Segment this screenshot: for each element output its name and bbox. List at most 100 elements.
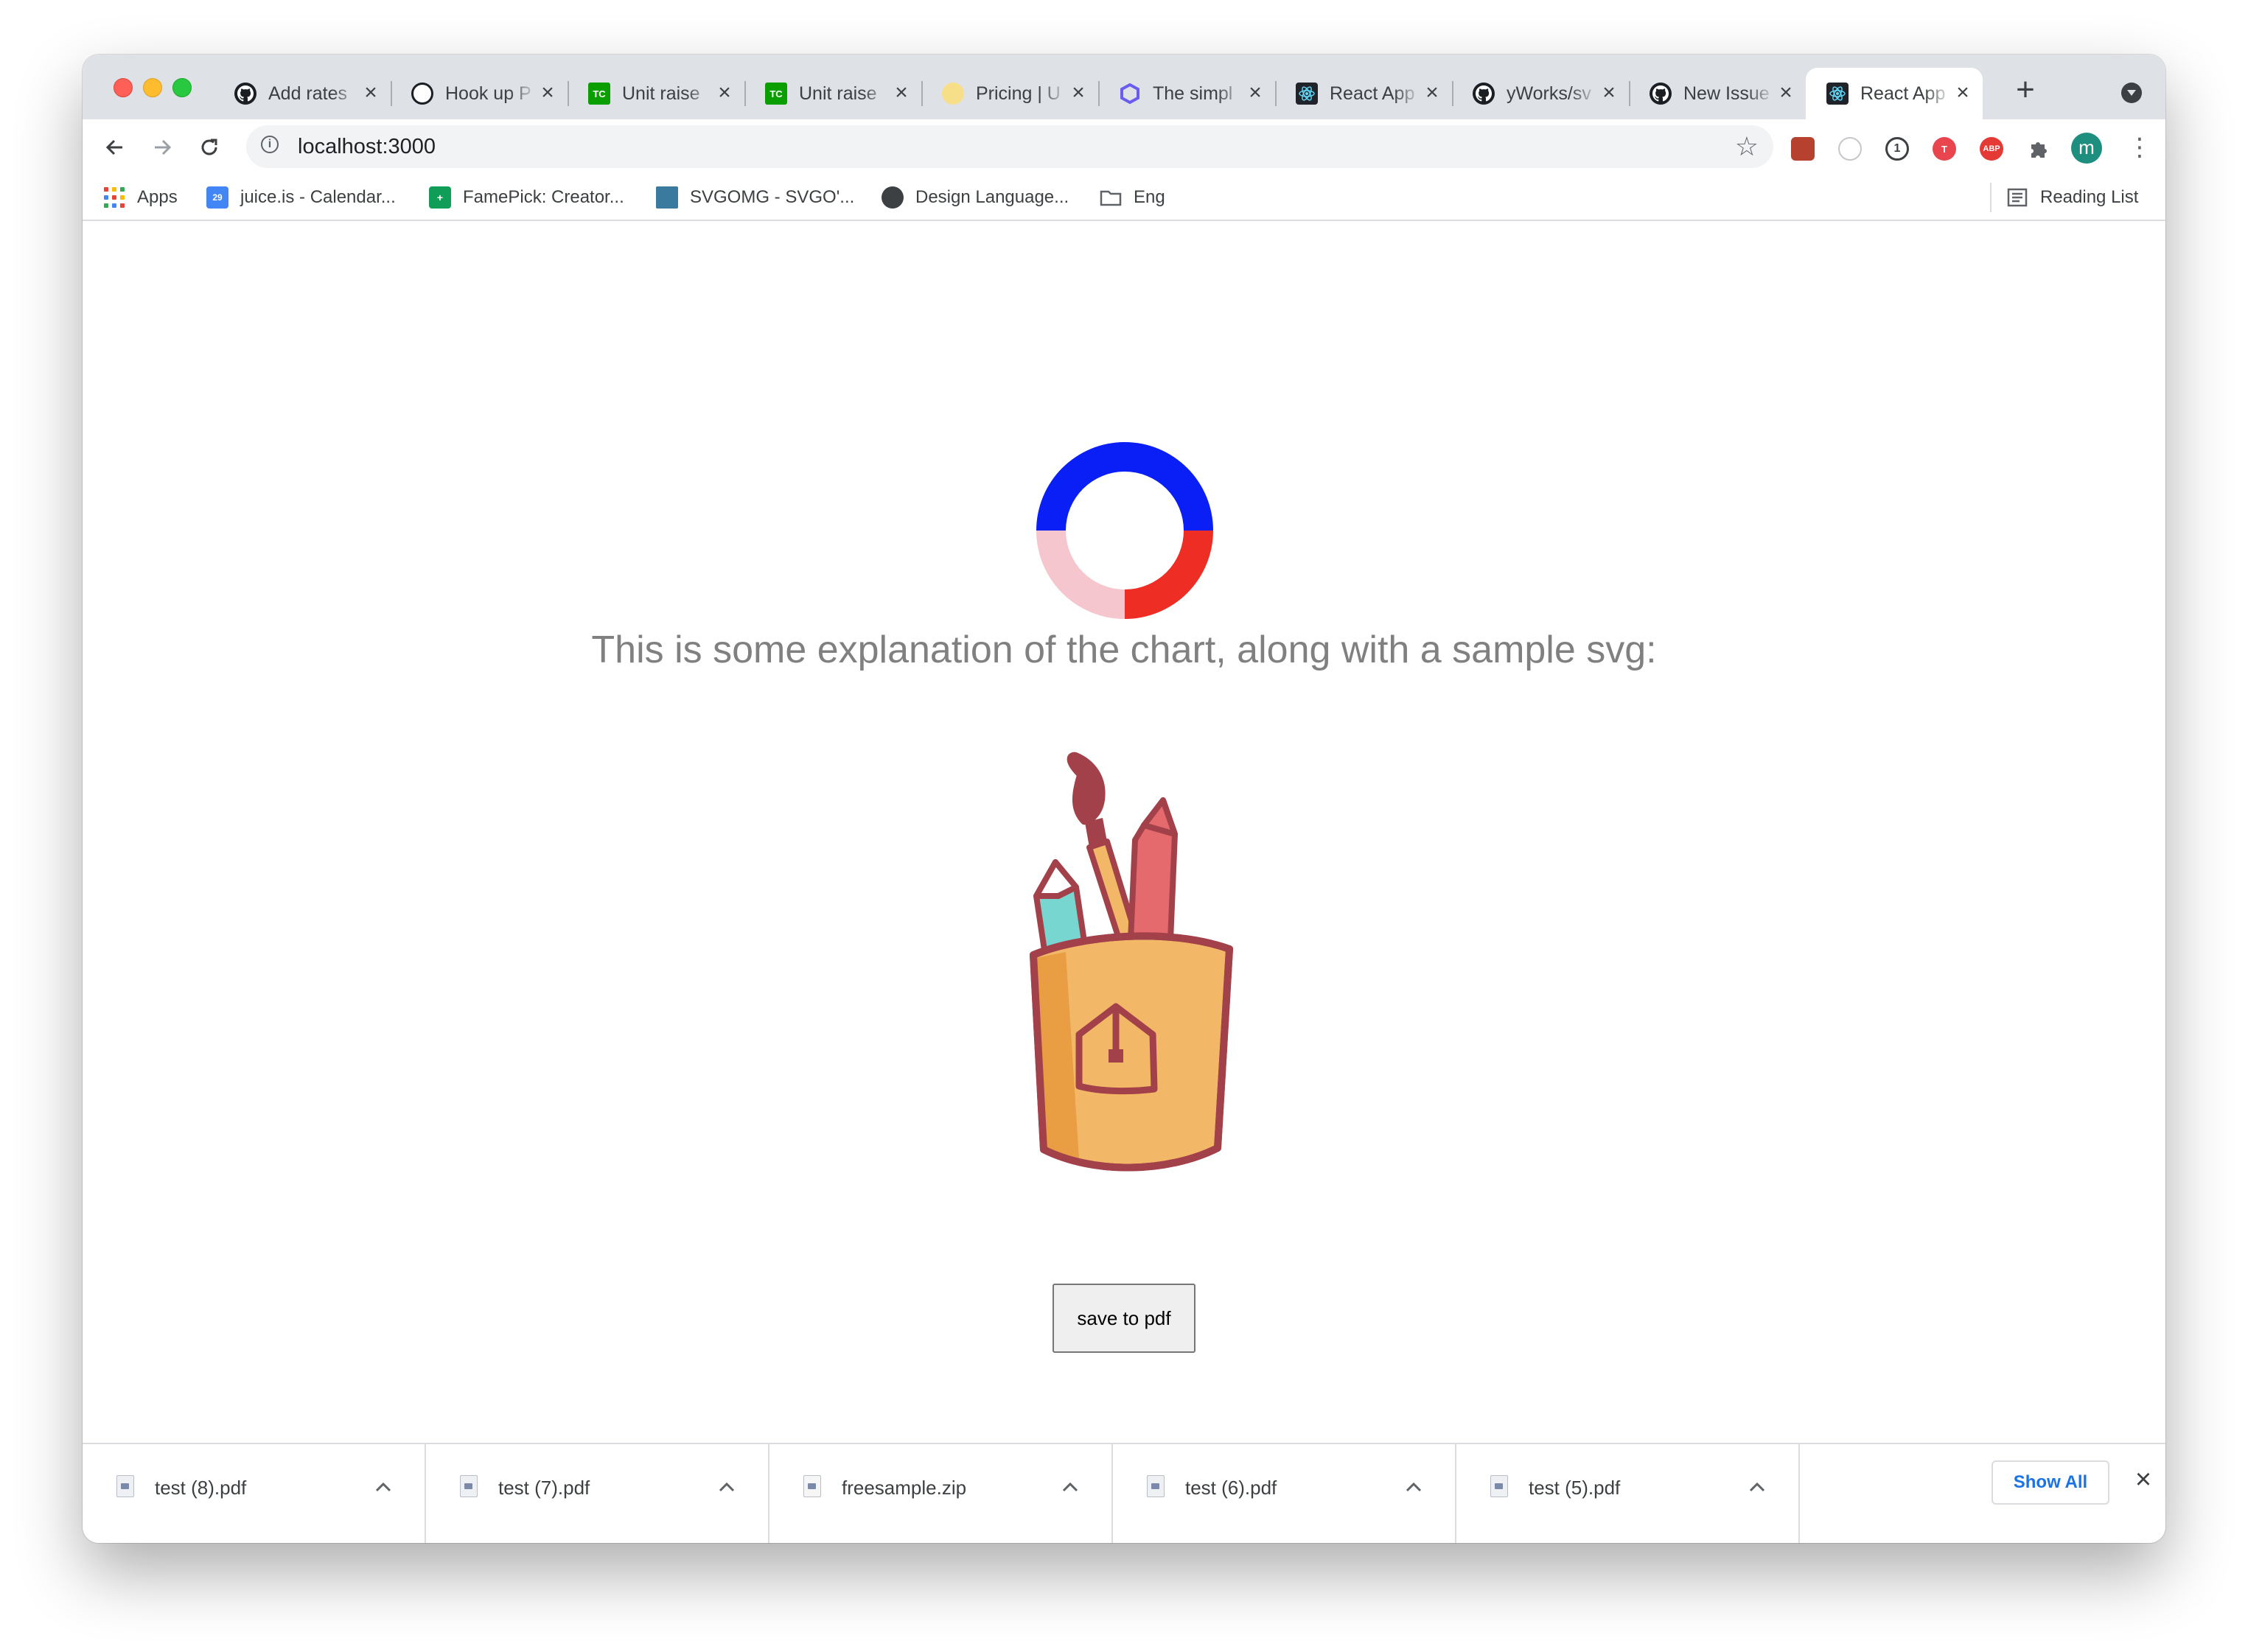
pdf-file-icon	[1490, 1475, 1508, 1497]
download-item[interactable]: test (5).pdf	[1456, 1444, 1800, 1543]
red-marker-graphic	[1128, 797, 1178, 943]
bookmark-label: Eng	[1134, 187, 1165, 207]
tab-close-icon[interactable]: ×	[1952, 82, 1974, 105]
tab-hook-up[interactable]: Hook up P ×	[391, 68, 569, 119]
chevron-up-icon[interactable]	[713, 1474, 740, 1500]
tab-close-icon[interactable]: ×	[1775, 82, 1797, 105]
tab-close-icon[interactable]: ×	[713, 82, 736, 105]
github-pr-icon	[411, 83, 433, 105]
reload-button[interactable]	[192, 130, 227, 165]
new-tab-button[interactable]: +	[2011, 74, 2040, 106]
apps-grid-icon	[103, 186, 125, 209]
show-all-downloads-button[interactable]: Show All	[1992, 1460, 2109, 1505]
tab-pricing[interactable]: Pricing | U ×	[921, 68, 1100, 119]
forward-button[interactable]	[144, 130, 180, 165]
folder-icon	[1100, 186, 1122, 209]
techcrunch-icon: TC	[588, 83, 610, 105]
tab-title: Unit raise	[622, 83, 700, 104]
chevron-up-icon[interactable]	[1057, 1474, 1083, 1500]
tab-strip: Add rates × Hook up P × TC Unit raise × …	[83, 55, 2165, 119]
chevron-up-icon[interactable]	[1400, 1474, 1427, 1500]
tab-close-icon[interactable]: ×	[360, 82, 382, 105]
tab-title: Hook up P	[445, 83, 531, 104]
chrome-menu-icon[interactable]: ⋮	[2127, 134, 2152, 162]
profile-avatar[interactable]: m	[2071, 133, 2102, 164]
download-item[interactable]: test (8).pdf	[83, 1444, 426, 1543]
chevron-up-icon[interactable]	[370, 1474, 397, 1500]
calendar-icon: 29	[206, 186, 228, 209]
close-shelf-icon[interactable]: ×	[2129, 1465, 2158, 1494]
tab-search-button[interactable]	[2121, 83, 2142, 103]
pencil-cup-illustration	[1030, 752, 1233, 1172]
globe-icon	[882, 186, 904, 209]
github-icon	[1473, 83, 1495, 105]
tab-react-app-1[interactable]: React App ×	[1275, 68, 1453, 119]
extension-puzzle-red-icon[interactable]	[1791, 137, 1815, 161]
save-to-pdf-button[interactable]: save to pdf	[1053, 1284, 1195, 1353]
bookmark-label: Apps	[137, 187, 178, 207]
react-icon	[1826, 83, 1849, 105]
download-filename: test (8).pdf	[155, 1477, 247, 1499]
tab-title: React App	[1330, 83, 1415, 104]
download-item[interactable]: test (7).pdf	[426, 1444, 769, 1543]
tab-title: React App	[1860, 83, 1946, 104]
pdf-file-icon	[1147, 1475, 1165, 1497]
extensions-puzzle-icon[interactable]	[2027, 137, 2050, 161]
reading-list-button[interactable]: Reading List	[2006, 184, 2138, 211]
github-icon	[1650, 83, 1672, 105]
extension-t-icon[interactable]: T	[1933, 137, 1956, 161]
address-bar[interactable]: i ☆	[246, 125, 1773, 168]
chevron-up-icon[interactable]	[1744, 1474, 1770, 1500]
tab-close-icon[interactable]: ×	[890, 82, 912, 105]
tab-close-icon[interactable]: ×	[1244, 82, 1266, 105]
hexagon-icon	[1119, 83, 1141, 105]
donut-slice-1	[1125, 531, 1213, 619]
tab-unit-raise-1[interactable]: TC Unit raise ×	[568, 68, 746, 119]
tab-add-rates[interactable]: Add rates ×	[214, 68, 392, 119]
tab-new-issue[interactable]: New Issue ×	[1629, 68, 1806, 119]
svgomg-icon	[656, 186, 678, 209]
tab-react-app-active[interactable]: React App ×	[1806, 68, 1983, 119]
tab-close-icon[interactable]: ×	[537, 82, 559, 105]
tab-title: yWorks/sv	[1507, 83, 1591, 104]
browser-window: Add rates × Hook up P × TC Unit raise × …	[83, 55, 2165, 1543]
minimize-window-button[interactable]	[143, 78, 162, 97]
password-manager-icon[interactable]: 1	[1885, 137, 1909, 161]
extension-circle-icon[interactable]	[1838, 137, 1862, 161]
zoom-window-button[interactable]	[172, 78, 192, 97]
tab-close-icon[interactable]: ×	[1067, 82, 1089, 105]
tab-close-icon[interactable]: ×	[1598, 82, 1620, 105]
bookmarks-divider	[1990, 183, 1992, 212]
techcrunch-icon: TC	[765, 83, 787, 105]
tab-unit-raise-2[interactable]: TC Unit raise ×	[744, 68, 923, 119]
tab-yworks[interactable]: yWorks/sv ×	[1452, 68, 1630, 119]
bookmark-design-language[interactable]: Design Language...	[882, 184, 1069, 211]
bookmark-famepick[interactable]: + FamePick: Creator...	[429, 184, 624, 211]
donut-chart	[1036, 442, 1213, 619]
arrow-left-icon	[105, 139, 122, 155]
tab-the-simpl[interactable]: The simpl ×	[1098, 68, 1277, 119]
pricing-icon	[942, 83, 964, 105]
adblock-icon[interactable]: ABP	[1980, 137, 2003, 161]
download-item[interactable]: test (6).pdf	[1113, 1444, 1456, 1543]
download-filename: test (6).pdf	[1185, 1477, 1277, 1499]
bookmark-svgomg[interactable]: SVGOMG - SVGO'...	[656, 184, 854, 211]
tab-title: Unit raise	[799, 83, 877, 104]
site-info-icon[interactable]: i	[261, 136, 279, 153]
back-button[interactable]	[97, 130, 133, 165]
close-window-button[interactable]	[114, 78, 133, 97]
bookmark-label: Design Language...	[915, 187, 1069, 207]
donut-slice-2	[1036, 531, 1125, 619]
cup-graphic	[1030, 932, 1233, 1172]
bookmark-star-icon[interactable]: ☆	[1735, 131, 1759, 162]
tab-close-icon[interactable]: ×	[1421, 82, 1443, 105]
bookmark-folder-eng[interactable]: Eng	[1100, 184, 1165, 211]
bookmark-juice[interactable]: 29 juice.is - Calendar...	[206, 184, 396, 211]
reading-list-icon	[2006, 186, 2028, 209]
download-filename: freesample.zip	[842, 1477, 967, 1499]
download-item[interactable]: freesample.zip	[769, 1444, 1113, 1543]
tab-title: New Issue	[1683, 83, 1770, 104]
bookmarks-bar: Apps 29 juice.is - Calendar... + FamePic…	[83, 175, 2165, 221]
bookmark-apps[interactable]: Apps	[103, 184, 178, 211]
url-input[interactable]	[296, 134, 1626, 160]
